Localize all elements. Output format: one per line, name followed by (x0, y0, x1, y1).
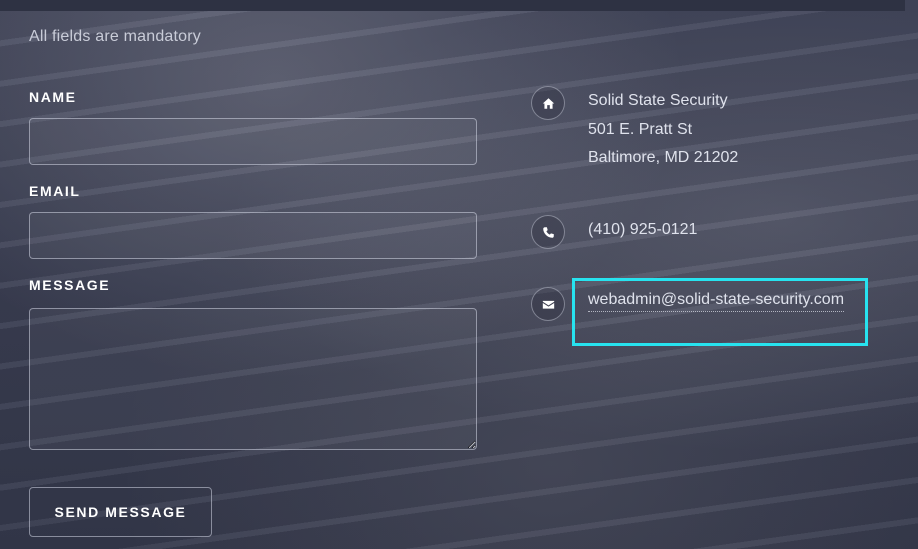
envelope-icon (531, 287, 565, 321)
address-block: Solid State Security 501 E. Pratt St Bal… (588, 87, 738, 173)
home-icon (531, 86, 565, 120)
send-message-button[interactable]: SEND MESSAGE (29, 487, 212, 537)
message-textarea[interactable] (29, 308, 477, 450)
name-input[interactable] (29, 118, 477, 165)
address-line-city: Baltimore, MD 21202 (588, 149, 739, 166)
message-label: MESSAGE (29, 277, 111, 293)
address-line-street: 501 E. Pratt St (588, 120, 693, 138)
mandatory-note: All fields are mandatory (29, 28, 201, 45)
phone-icon (531, 215, 565, 249)
address-line-company: Solid State Security (588, 92, 728, 109)
phone-number: (410) 925-0121 (588, 221, 698, 238)
top-bar (0, 0, 905, 11)
email-label: EMAIL (29, 183, 81, 199)
email-link[interactable]: webadmin@solid-state-security.com (588, 289, 845, 312)
name-label: NAME (29, 89, 77, 105)
email-input[interactable] (29, 212, 477, 259)
background-image (0, 0, 918, 549)
